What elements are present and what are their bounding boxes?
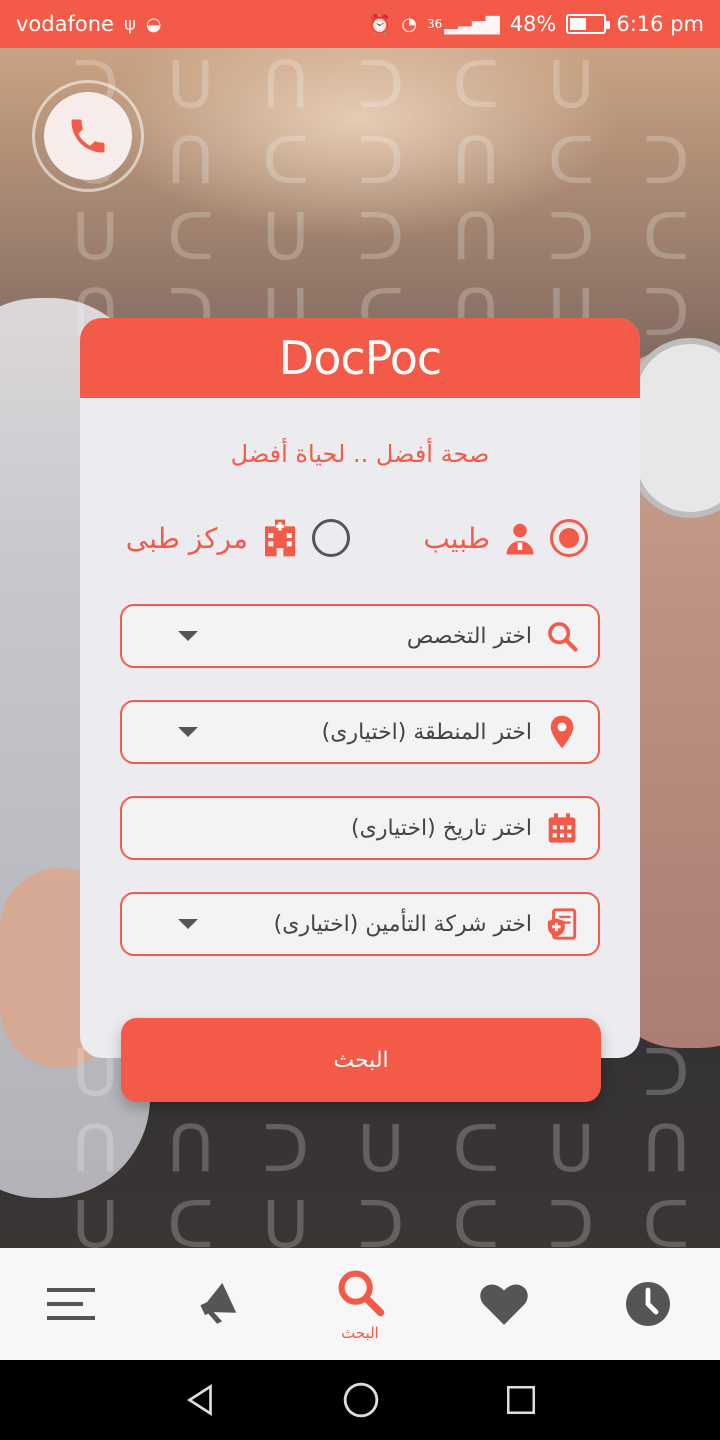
area-dropdown[interactable]: اختر المنطقة (اختيارى) <box>120 700 600 764</box>
notification-icon: ◒ <box>145 13 162 35</box>
specialty-dropdown[interactable]: اختر التخصص <box>120 604 600 668</box>
calendar-icon <box>548 813 576 843</box>
radio-option-doctor[interactable]: طبيب <box>423 518 588 558</box>
radio-option-medical-center[interactable]: مركز طبى <box>126 518 350 558</box>
recent-apps-icon[interactable] <box>504 1383 538 1417</box>
app-logo: DocPoc <box>278 331 442 385</box>
blood-pressure-gauge <box>630 338 720 518</box>
specialty-placeholder: اختر التخصص <box>406 623 532 649</box>
system-navigation-bar <box>0 1360 720 1440</box>
card-header: DocPoc <box>80 318 640 398</box>
chevron-down-icon <box>178 919 198 929</box>
radio-label-medical-center: مركز طبى <box>125 521 248 555</box>
signal-icon: ▂▃▅▇ <box>444 13 500 35</box>
battery-fill <box>570 18 586 30</box>
chevron-down-icon <box>178 631 198 641</box>
date-picker-field[interactable]: اختر تاريخ (اختيارى) <box>120 796 600 860</box>
nav-history[interactable] <box>598 1259 698 1349</box>
search-card: DocPoc صحة أفضل .. لحياة أفضل طبيب مركز … <box>80 318 640 1058</box>
clock-icon <box>626 1282 670 1326</box>
search-icon <box>338 1270 385 1317</box>
chevron-down-icon <box>178 727 198 737</box>
radio-unselected[interactable] <box>312 519 350 557</box>
heart-icon <box>480 1284 528 1325</box>
carrier-name: vodafone <box>16 12 114 36</box>
nav-menu[interactable] <box>22 1259 122 1349</box>
back-icon[interactable] <box>182 1382 218 1418</box>
search-icon <box>548 622 578 652</box>
tagline: صحة أفضل .. لحياة أفضل <box>230 440 490 468</box>
menu-icon <box>47 1288 95 1320</box>
battery-icon <box>566 14 611 34</box>
bottom-navigation: البحث <box>0 1248 720 1360</box>
call-button[interactable] <box>32 80 144 192</box>
search-type-selector: طبيب مركز طبى <box>80 518 640 566</box>
insurance-dropdown[interactable]: اختر شركة التأمين (اختيارى) <box>120 892 600 956</box>
clock-time: 6:16 pm <box>616 12 704 36</box>
search-button[interactable]: البحث <box>121 1018 601 1102</box>
network-type: 36 <box>427 17 443 31</box>
status-bar: vodafone ψ ◒ ⏰ ◔ 36 ▂▃▅▇ 48% 6:16 pm <box>0 0 720 48</box>
home-icon[interactable] <box>342 1381 380 1419</box>
nav-favorites[interactable] <box>454 1259 554 1349</box>
insurance-icon <box>547 908 577 940</box>
area-placeholder: اختر المنطقة (اختيارى) <box>321 719 532 745</box>
radio-selected[interactable] <box>550 519 588 557</box>
insurance-placeholder: اختر شركة التأمين (اختيارى) <box>273 911 532 937</box>
location-pin-icon <box>550 715 574 749</box>
nav-search[interactable]: البحث <box>310 1259 410 1349</box>
megaphone-icon <box>200 1282 237 1324</box>
phone-icon <box>71 119 105 153</box>
nav-offers[interactable] <box>166 1259 266 1349</box>
hospital-icon <box>265 519 295 557</box>
radio-label-doctor: طبيب <box>423 521 490 555</box>
battery-percent: 48% <box>509 12 557 36</box>
doctor-icon <box>506 523 534 555</box>
date-placeholder: اختر تاريخ (اختيارى) <box>351 815 532 841</box>
alarm-icon: ⏰ <box>368 13 392 35</box>
nav-search-label: البحث <box>341 1324 379 1342</box>
wifi-icon: ◔ <box>401 13 418 35</box>
usb-icon: ψ <box>123 13 136 35</box>
